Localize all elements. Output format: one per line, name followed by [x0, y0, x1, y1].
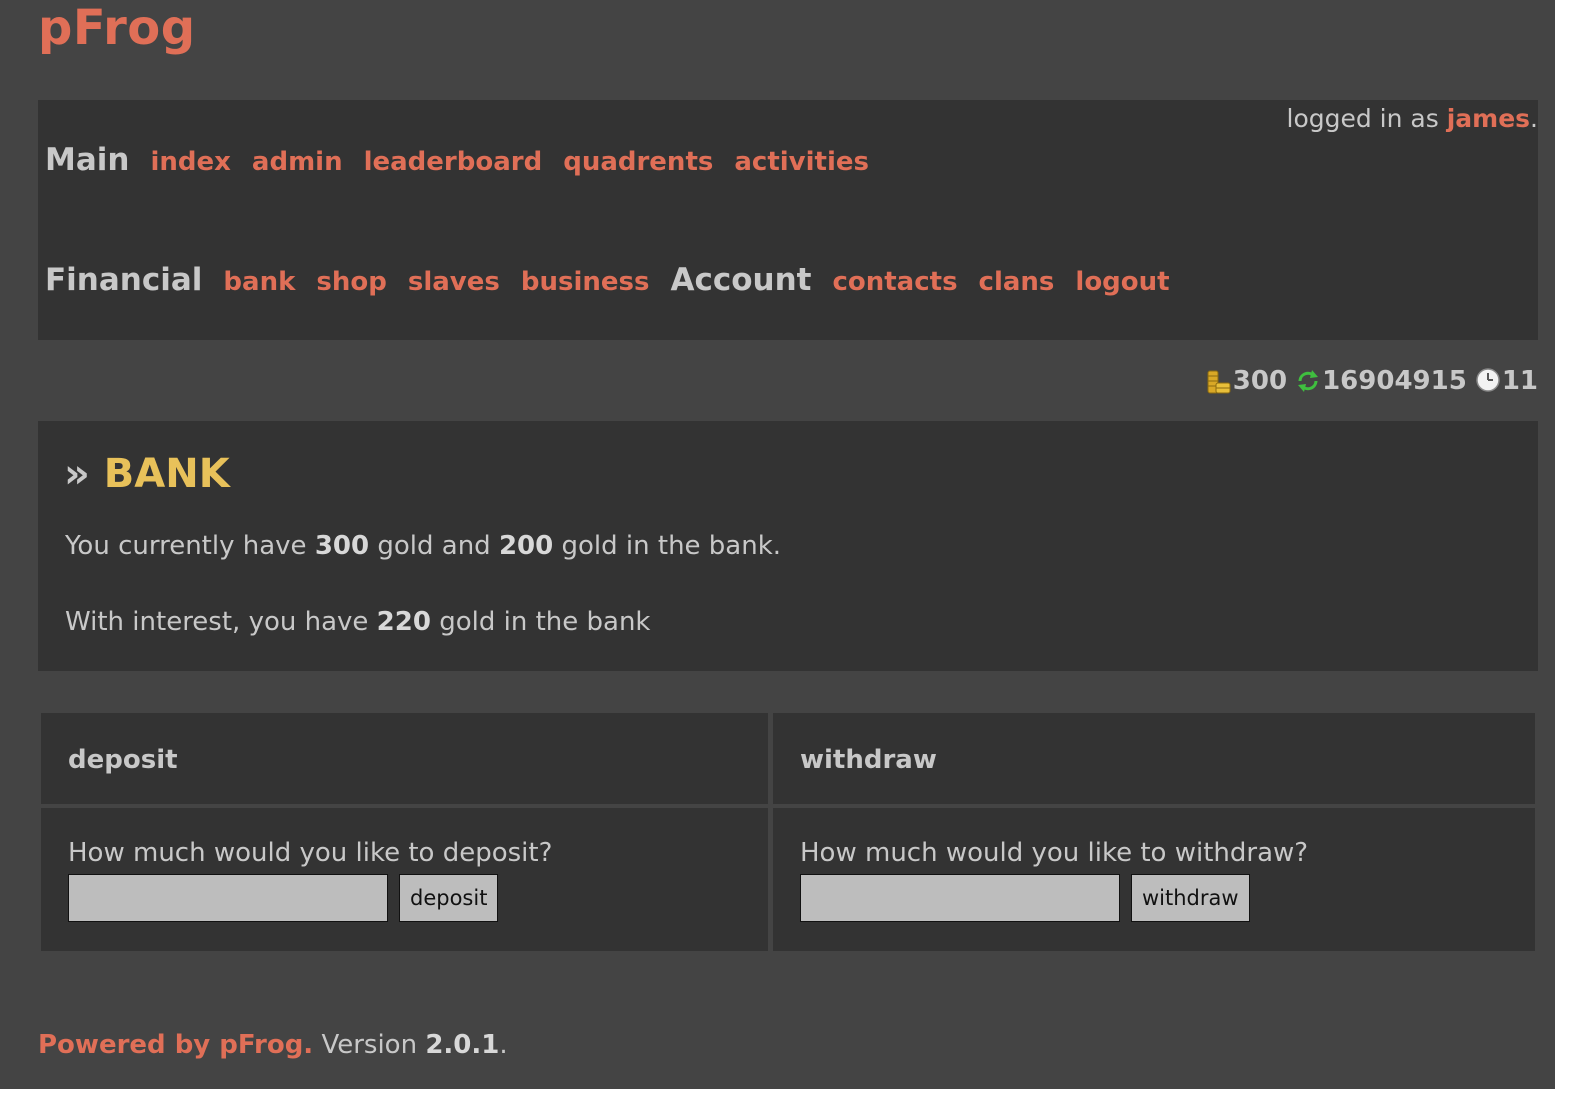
deposit-form: How much would you like to deposit? depo…	[41, 808, 768, 951]
bank-panel: » BANK You currently have 300 gold and 2…	[38, 421, 1538, 671]
login-username[interactable]: james	[1447, 104, 1530, 133]
page-title: » BANK	[64, 451, 230, 497]
navigation-panel: logged in as james. Main index admin lea…	[38, 100, 1538, 340]
interest-line: With interest, you have 220 gold in the …	[65, 607, 651, 637]
nav-link-quadrents[interactable]: quadrents	[563, 147, 713, 177]
nav-link-activities[interactable]: activities	[734, 147, 869, 177]
nav-link-leaderboard[interactable]: leaderboard	[364, 147, 543, 177]
player-stats: 300 16904915 11	[1206, 366, 1538, 396]
nav-link-business[interactable]: business	[521, 267, 650, 297]
title-arrow: »	[64, 451, 90, 497]
withdraw-form: How much would you like to withdraw? wit…	[773, 808, 1535, 951]
deposit-header: deposit	[41, 713, 768, 804]
powered-by-link[interactable]: Powered by pFrog.	[38, 1030, 313, 1060]
nav-row-financial-account: Financial bank shop slaves business Acco…	[45, 262, 1191, 298]
login-suffix: .	[1530, 104, 1538, 133]
footer-end: .	[499, 1030, 508, 1060]
nav-link-shop[interactable]: shop	[316, 267, 386, 297]
nav-link-slaves[interactable]: slaves	[408, 267, 500, 297]
time-amount: 11	[1501, 366, 1538, 396]
login-status: logged in as james.	[1287, 104, 1539, 133]
deposit-amount-input[interactable]	[68, 874, 388, 922]
withdraw-header-text: withdraw	[800, 745, 937, 775]
nav-heading-account: Account	[670, 262, 812, 298]
nav-link-clans[interactable]: clans	[979, 267, 1055, 297]
withdraw-question: How much would you like to withdraw?	[800, 838, 1309, 868]
balance-text-b: gold and	[369, 531, 499, 561]
nav-link-admin[interactable]: admin	[252, 147, 343, 177]
balance-gold: 300	[314, 531, 370, 561]
title-text: BANK	[103, 451, 230, 497]
version-number: 2.0.1	[425, 1030, 500, 1060]
withdraw-button[interactable]: withdraw	[1131, 874, 1250, 922]
deposit-button[interactable]: deposit	[399, 874, 499, 922]
turns-amount: 16904915	[1322, 366, 1467, 396]
balance-line: You currently have 300 gold and 200 gold…	[65, 531, 781, 561]
footer: Powered by pFrog. Version 2.0.1.	[38, 1030, 508, 1060]
interest-gold: 220	[376, 607, 431, 637]
withdraw-amount-input[interactable]	[800, 874, 1120, 922]
version-label: Version	[313, 1030, 426, 1060]
deposit-header-text: deposit	[68, 745, 178, 775]
withdraw-header: withdraw	[773, 713, 1535, 804]
page: pFrog logged in as james. Main index adm…	[0, 0, 1555, 1089]
interest-text-a: With interest, you have	[65, 607, 377, 637]
nav-link-bank[interactable]: bank	[223, 267, 295, 297]
nav-row-main: Main index admin leaderboard quadrents a…	[45, 142, 890, 178]
balance-text-a: You currently have	[65, 531, 315, 561]
gold-amount: 300	[1232, 366, 1288, 396]
login-prefix: logged in as	[1286, 104, 1447, 133]
balance-bank-gold: 200	[498, 531, 554, 561]
nav-heading-main: Main	[45, 142, 130, 178]
site-logo[interactable]: pFrog	[38, 0, 196, 60]
nav-heading-financial: Financial	[45, 262, 203, 298]
nav-link-contacts[interactable]: contacts	[832, 267, 957, 297]
clock-icon	[1475, 367, 1501, 395]
transaction-table: deposit withdraw How much would you like…	[38, 710, 1538, 954]
interest-text-b: gold in the bank	[430, 607, 651, 637]
coins-icon	[1206, 367, 1232, 395]
balance-text-c: gold in the bank.	[553, 531, 782, 561]
refresh-icon	[1295, 367, 1321, 395]
nav-link-logout[interactable]: logout	[1075, 267, 1169, 297]
deposit-question: How much would you like to deposit?	[68, 838, 553, 868]
nav-link-index[interactable]: index	[150, 147, 230, 177]
